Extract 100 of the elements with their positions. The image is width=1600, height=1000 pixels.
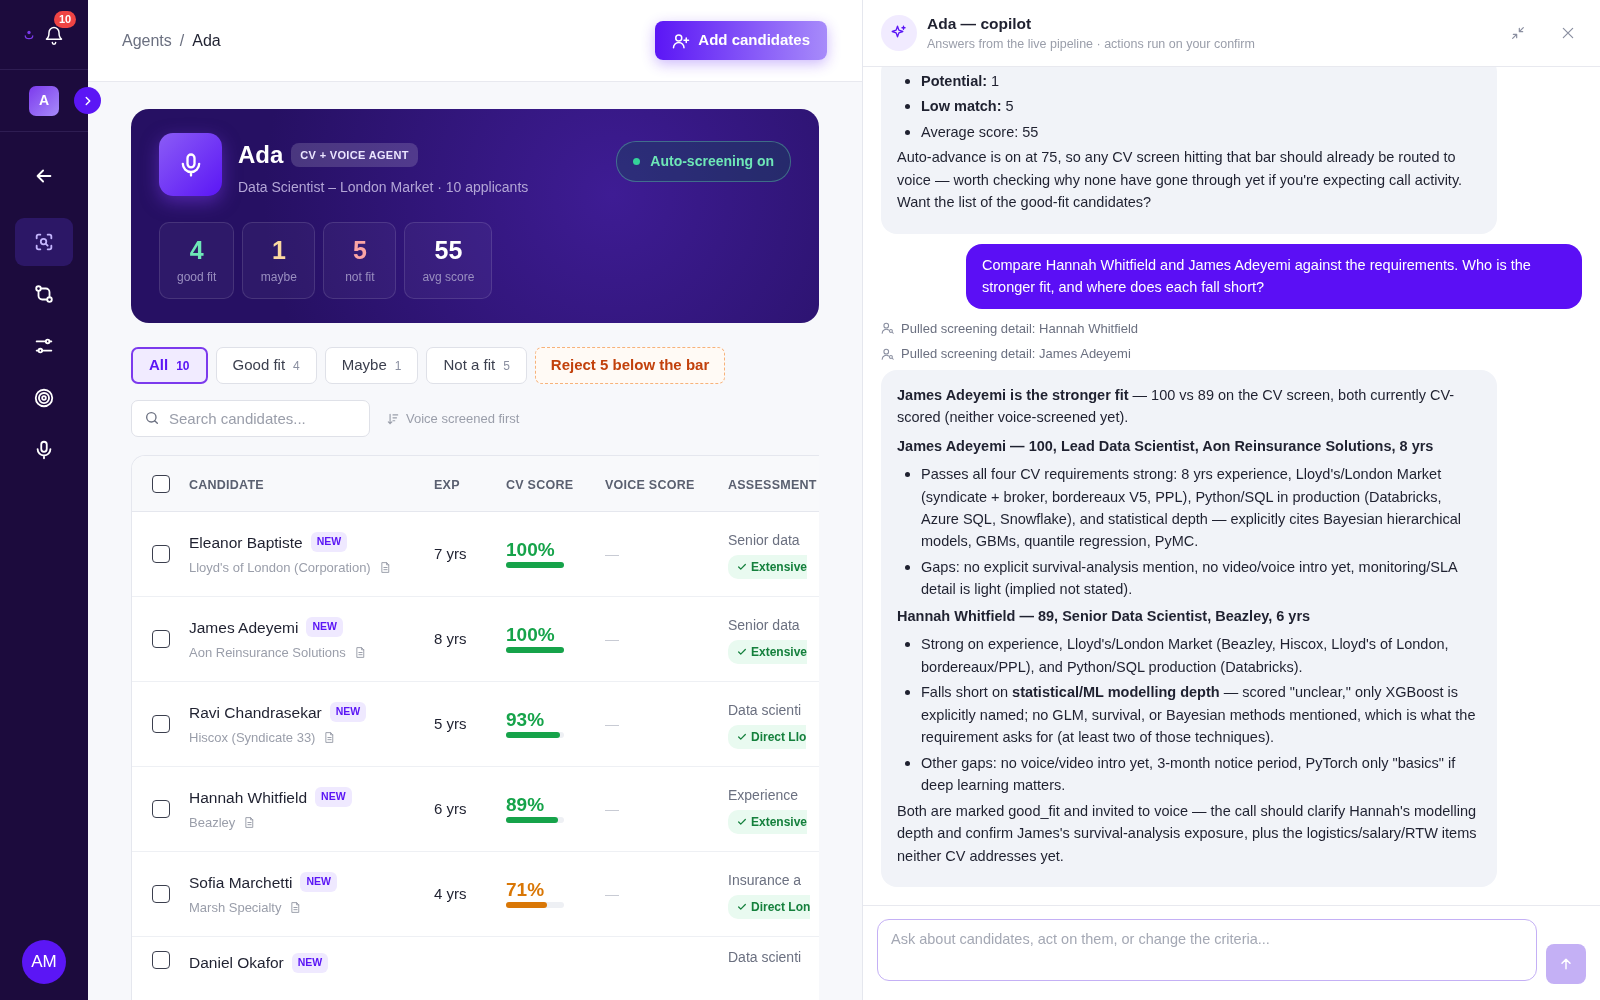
user-search-icon	[881, 346, 895, 361]
tool-status: Pulled screening detail: Hannah Whitfield	[901, 319, 1139, 338]
stat-value: 1	[270, 237, 287, 265]
auto-screening-toggle[interactable]: Auto-screening on	[616, 141, 791, 182]
list-item: Low match: 5	[921, 97, 1014, 117]
stat-value: 5	[351, 237, 368, 265]
check-icon	[737, 646, 747, 657]
message-paragraph: Both are marked good_fit and invited to voice — the call should clarify Hannah's modelling depth and confirm James's survival-analysis exposure, plus the logistics/salary/RTW items neither CV addresses yet.	[897, 801, 1478, 866]
logo-icon	[24, 29, 34, 40]
assessment-tag: Extensive	[728, 809, 808, 834]
score-bar	[506, 732, 564, 739]
row-checkbox[interactable]	[151, 951, 170, 969]
select-all-checkbox[interactable]	[151, 474, 170, 493]
row-checkbox[interactable]	[151, 715, 170, 733]
arrow-up-icon	[1558, 956, 1574, 972]
company-name: Hiscox (Syndicate 33)	[189, 728, 316, 747]
column-header: VOICE SCORE	[605, 477, 695, 492]
voice-score: —	[605, 716, 619, 732]
scan-search-icon	[33, 231, 55, 253]
assessment-text: Experience	[728, 785, 800, 805]
new-badge: NEW	[291, 952, 329, 973]
user-avatar[interactable]: AM	[22, 940, 66, 984]
bullet-icon	[905, 642, 910, 648]
filter-tab[interactable]: All 10	[131, 347, 208, 384]
stat-label: not fit	[344, 268, 376, 286]
score-bar	[506, 817, 564, 824]
check-icon	[737, 561, 747, 572]
candidate-name[interactable]: Ravi Chandrasekar	[189, 700, 322, 724]
add-candidates-button[interactable]: Add candidates	[655, 21, 827, 60]
user-message: Compare Hannah Whitfield and James Adeyemi against the requirements. Who is the stronger fit, and where does each fall short?	[966, 243, 1582, 309]
column-header: ASSESSMENT	[728, 477, 817, 492]
cv-score: 93%	[506, 709, 546, 731]
voice-score: —	[605, 886, 619, 902]
candidate-name[interactable]: Eleanor Baptiste	[189, 530, 303, 554]
row-checkbox[interactable]	[151, 800, 170, 818]
git-compare-icon	[33, 283, 55, 305]
message-input[interactable]: Ask about candidates, act on them, or change the criteria...	[877, 919, 1537, 981]
assessment-tag: Extensive	[728, 554, 808, 579]
search-field[interactable]: Search candidates...	[131, 400, 370, 437]
bullet-icon	[905, 690, 910, 696]
assessment-text: Senior data	[728, 530, 801, 550]
company-name: Aon Reinsurance Solutions	[189, 643, 346, 662]
list-item: Falls short on statistical/ML modelling depth — scored "unclear," only XGBoost is explicitly named; no GLM, survival, or Bayesian methods mentioned, which is what the requirement asks for (at least two of those techniques).	[921, 683, 1477, 748]
stat-value: 55	[433, 237, 464, 265]
candidate-name[interactable]: Daniel Okafor	[189, 951, 284, 975]
filter-tab[interactable]: Good fit 4	[215, 347, 317, 384]
candidate-name[interactable]: Sofia Marchetti	[189, 870, 293, 894]
voice-score: —	[605, 546, 619, 562]
filter-tab[interactable]: Not a fit 5	[426, 347, 527, 384]
list-item: Other gaps: no voice/video intro yet, 3-month notice period, PyTorch only "basics" if deep learning matters.	[921, 753, 1457, 796]
message-paragraph: Auto-advance is on at 75, so any CV screen hitting that bar should already be routed to voice — worth checking why none have gone through yet if you're expecting call activity. Want the list of the good-fit candidates?	[897, 148, 1464, 213]
reject-button[interactable]: Reject 5 below the bar	[534, 347, 726, 384]
check-icon	[737, 731, 747, 742]
expand-button[interactable]	[74, 87, 101, 114]
experience: 5 yrs	[434, 715, 467, 732]
new-badge: NEW	[300, 872, 337, 893]
assessment-tag: Direct Lon	[728, 894, 811, 919]
assessment-tag: Extensive	[728, 639, 808, 664]
column-header: EXP	[434, 477, 460, 492]
row-checkbox[interactable]	[151, 630, 170, 648]
new-badge: NEW	[329, 702, 367, 723]
agent-name: Ada	[238, 140, 284, 170]
company-name: Beazley	[189, 813, 236, 832]
panel-subtitle: Answers from the live pipeline · actions run on your confirm	[927, 36, 1255, 54]
stat-label: good fit	[177, 268, 217, 286]
experience: 8 yrs	[434, 630, 467, 647]
search-icon	[144, 410, 160, 426]
cv-score: 89%	[506, 794, 546, 816]
experience: 7 yrs	[434, 545, 467, 562]
candidate-name[interactable]: James Adeyemi	[189, 615, 299, 639]
user-plus-icon	[672, 31, 691, 50]
sort-icon	[386, 411, 400, 426]
candidate-name[interactable]: Hannah Whitfield	[189, 785, 308, 809]
bell-icon[interactable]	[44, 25, 64, 46]
company-name: Lloyd's of London (Corporation)	[189, 558, 371, 577]
list-item: Passes all four CV requirements strong: 8 yrs experience, Lloyd's/London Market (syndicate + broker, bordereaux V5, PPL), Python/SQL in production (Databricks, Azure SQL, Snowflake), and statistical depth — explicitly cites Bayesian hierarchical models, GBMs, quantile regression, PyMC.	[921, 465, 1462, 552]
breadcrumb-item: Ada	[192, 30, 221, 51]
message-heading: Hannah Whitfield — 89, Senior Data Scientist, Beazley, 6 yrs	[897, 606, 1312, 626]
assessment-text: Data scienti	[728, 700, 803, 720]
row-checkbox[interactable]	[151, 885, 170, 903]
score-bar	[506, 562, 564, 569]
user-search-icon	[881, 321, 895, 336]
nav-button[interactable]	[15, 218, 73, 266]
workspace-avatar[interactable]: A	[29, 85, 59, 116]
new-badge: NEW	[315, 787, 352, 808]
breadcrumb-item[interactable]: Agents	[122, 28, 172, 53]
notification-count: 10	[54, 10, 77, 28]
company-name: Marsh Specialty	[189, 898, 282, 917]
agent-subtitle: Data Scientist – London Market · 10 applicants	[238, 178, 529, 197]
bullet-icon	[905, 78, 910, 84]
row-checkbox[interactable]	[151, 545, 170, 563]
filter-tab[interactable]: Maybe 1	[324, 347, 419, 384]
list-item: Gaps: no explicit survival-analysis mention, no video/voice intro yet, monitoring/SLA detail is light (implied not stated).	[921, 557, 1459, 600]
new-badge: NEW	[310, 532, 348, 553]
stat-label: avg score	[422, 268, 475, 286]
list-item: Strong on experience, Lloyd's/London Market (Beazley, Hiscox, Lloyd's of London, bordereaux/PPL), and Python/SQL production (Databricks).	[921, 635, 1450, 677]
close-icon	[1560, 25, 1576, 41]
assessment-text: Insurance a	[728, 870, 803, 890]
list-item: Average score: 55	[921, 122, 1039, 142]
cv-score: 100%	[506, 539, 556, 561]
